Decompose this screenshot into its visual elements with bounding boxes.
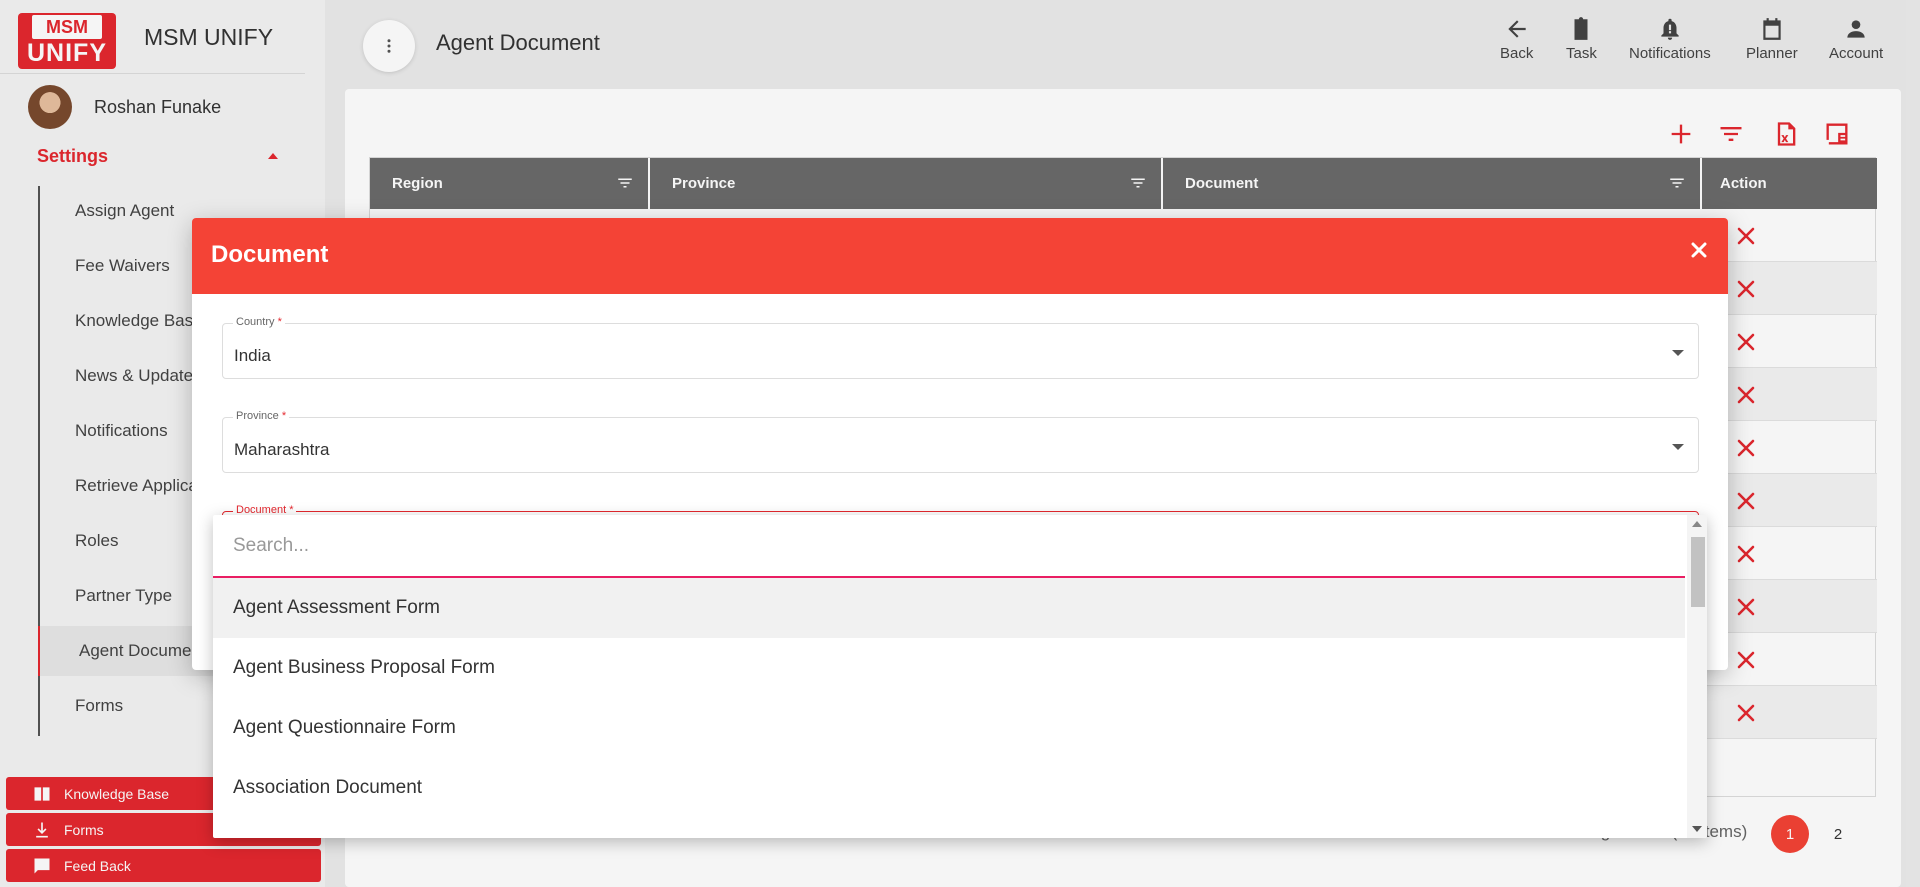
modal-title: Document [211, 241, 329, 268]
dropdown-option[interactable]: Agent Business Proposal Form [213, 638, 1685, 698]
close-icon [1691, 242, 1707, 258]
province-select[interactable]: Province * Maharashtra [222, 410, 1699, 473]
dropdown-option[interactable]: Agent Assessment Form [213, 578, 1685, 638]
dropdown-option[interactable]: Agent Questionnaire Form [213, 698, 1685, 758]
scroll-up-arrow-icon[interactable] [1692, 521, 1702, 527]
chevron-down-icon [1672, 350, 1684, 356]
province-label: Province * [233, 410, 290, 422]
chevron-down-icon [1672, 444, 1684, 450]
country-label: Country * [233, 316, 285, 328]
scrollbar-thumb[interactable] [1691, 537, 1705, 607]
country-value: India [234, 346, 271, 365]
dropdown-option[interactable]: Association Document [213, 758, 1685, 818]
dropdown-search [213, 515, 1685, 578]
province-label-text: Province [236, 410, 279, 422]
country-select[interactable]: Country * India [222, 316, 1699, 379]
province-value: Maharashtra [234, 440, 330, 459]
scroll-down-arrow-icon[interactable] [1692, 826, 1702, 832]
modal-header: Document [192, 218, 1728, 294]
close-button[interactable] [1687, 238, 1711, 262]
dropdown-scrollbar[interactable] [1687, 515, 1707, 838]
required-marker: * [281, 410, 287, 422]
dropdown-search-input[interactable] [233, 531, 1633, 561]
required-marker: * [277, 316, 282, 328]
document-dropdown: Agent Assessment Form Agent Business Pro… [213, 515, 1707, 838]
country-label-text: Country [236, 316, 275, 328]
